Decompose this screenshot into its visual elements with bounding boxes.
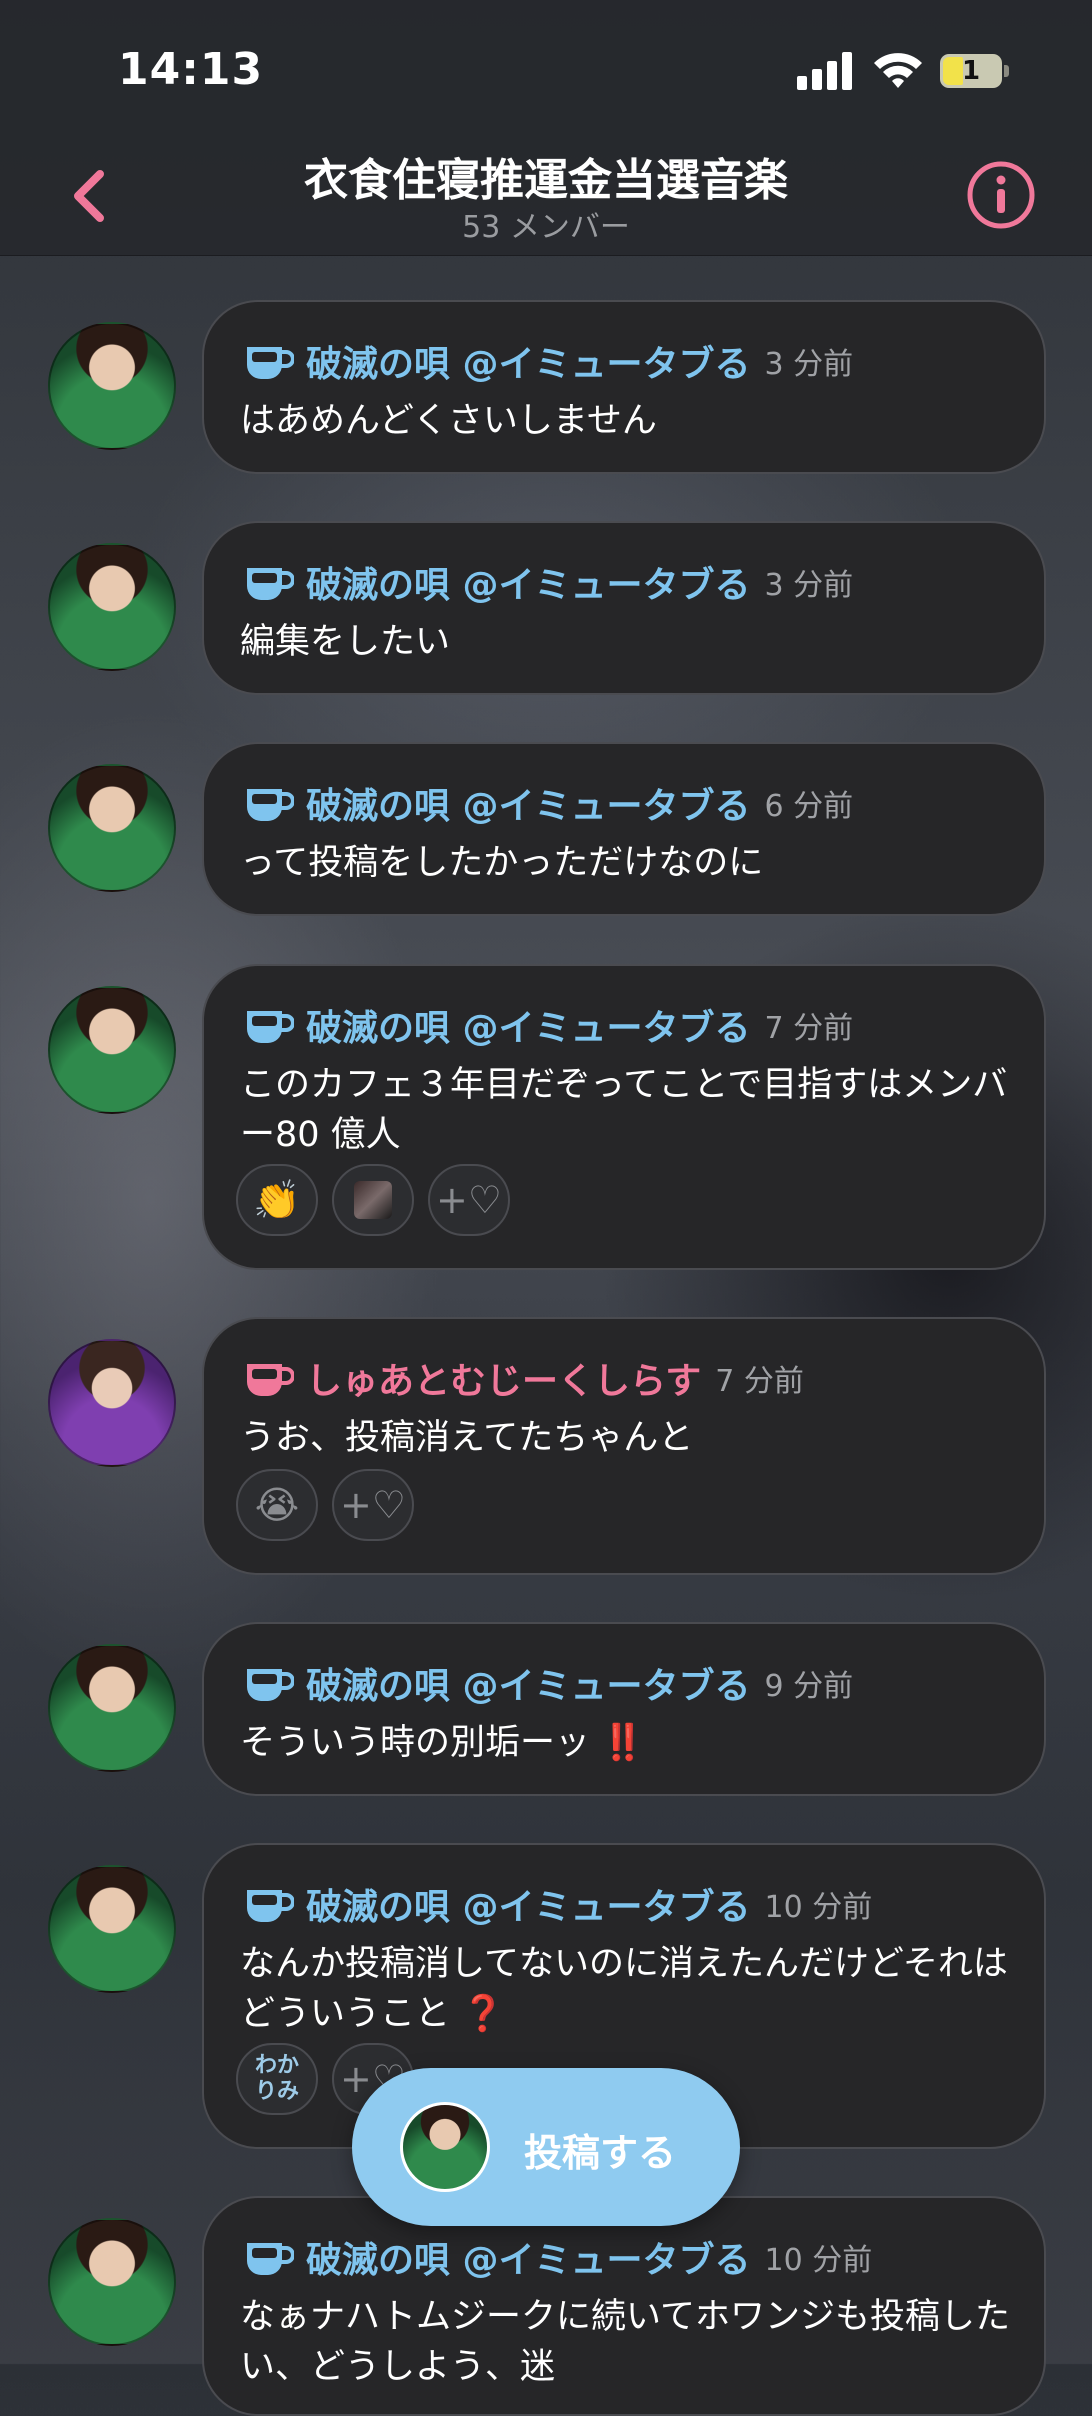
avatar[interactable] (48, 2218, 176, 2346)
sender-name[interactable]: 破滅の唄 @イミュータブる (306, 2231, 751, 2283)
cafe-cup-icon (247, 1364, 294, 1396)
sender-name[interactable]: しゅあとむじーくしらす (306, 1352, 701, 1404)
sender-name[interactable]: 破滅の唄 @イミュータブる (306, 335, 751, 387)
message-bubble[interactable]: 破滅の唄 @イミュータブる 3 分前 編集をしたい (202, 521, 1046, 695)
cafe-cup-icon (247, 568, 294, 600)
chat-title: 衣食住寝推運金当選音楽 (304, 155, 788, 206)
message-bubble[interactable]: 破滅の唄 @イミュータブる 6 分前 って投稿をしたかっただけなのに (202, 742, 1046, 916)
avatar[interactable] (48, 764, 176, 892)
cafe-cup-icon (247, 1669, 294, 1701)
message-bubble[interactable]: 破滅の唄 @イミュータブる 3 分前 はあめんどくさいしません (202, 300, 1046, 474)
wifi-icon (874, 53, 922, 88)
timestamp: 7 分前 (764, 1011, 854, 1046)
avatar (400, 2102, 490, 2192)
info-icon[interactable] (966, 160, 1036, 230)
avatar[interactable] (48, 1644, 176, 1772)
cellular-signal-icon (797, 52, 853, 90)
reaction-wakarimi[interactable]: わかりみ (236, 2043, 318, 2115)
question-mark-icon: ❓ (461, 1994, 505, 2034)
reaction-row: 😭 +♡ (236, 1469, 414, 1541)
message-text: なんか投稿消してないのに消えたんだけどそれはどういうこと ❓ (240, 1939, 1020, 2039)
cafe-cup-icon (247, 347, 294, 379)
post-button-label: 投稿する (524, 2131, 677, 2175)
status-time: 14:13 (118, 44, 264, 95)
sender-name[interactable]: 破滅の唄 @イミュータブる (306, 777, 751, 829)
message-text: うお、投稿消えてたちゃんと (240, 1418, 694, 1458)
sender-name[interactable]: 破滅の唄 @イミュータブる (306, 556, 751, 608)
add-reaction-button[interactable]: +♡ (428, 1164, 510, 1236)
avatar[interactable] (48, 986, 176, 1114)
avatar[interactable] (48, 1865, 176, 1993)
message-text-content: なんか投稿消してないのに消えたんだけどそれはどういうこと (240, 1944, 1008, 2034)
sender-name[interactable]: 破滅の唄 @イミュータブる (306, 1878, 751, 1930)
timestamp: 6 分前 (764, 789, 854, 824)
reaction-clap[interactable]: 👏 (236, 1164, 318, 1236)
cafe-cup-icon (247, 1890, 294, 1922)
avatar[interactable] (48, 543, 176, 671)
avatar[interactable] (48, 1339, 176, 1467)
message-bubble[interactable]: 破滅の唄 @イミュータブる 10 分前 なぁナハトムジークに続いてホワンジも投稿… (202, 2196, 1046, 2416)
cafe-cup-icon (247, 789, 294, 821)
message-bubble[interactable]: 破滅の唄 @イミュータブる 9 分前 そういう時の別垢ーッ ‼️ (202, 1622, 1046, 1796)
add-reaction-button[interactable]: +♡ (332, 1469, 414, 1541)
status-bar: 14:13 1 (0, 0, 1092, 130)
reaction-crying[interactable]: 😭 (236, 1469, 318, 1541)
reaction-text: わかりみ (255, 2053, 300, 2104)
message-text: はあめんどくさいしません (240, 401, 657, 441)
timestamp: 10 分前 (764, 2243, 873, 2278)
reaction-image-thumb (354, 1181, 392, 1219)
message-text: このカフェ３年目だぞってことで目指すはメンバー80 億人 (240, 1065, 1008, 1155)
battery-icon: 1 (940, 54, 1010, 88)
sender-name[interactable]: 破滅の唄 @イミュータブる (306, 1657, 751, 1709)
battery-level: 1 (961, 56, 981, 86)
message-bubble[interactable]: 破滅の唄 @イミュータブる 7 分前 このカフェ３年目だぞってことで目指すはメン… (202, 964, 1046, 1270)
cafe-cup-icon (247, 2243, 294, 2275)
timestamp: 9 分前 (764, 1669, 854, 1704)
member-count[interactable]: 53 メンバー (0, 202, 1092, 246)
sender-name[interactable]: 破滅の唄 @イミュータブる (306, 999, 751, 1051)
message-text: 編集をしたい (240, 622, 451, 662)
message-text: って投稿をしたかっただけなのに (240, 843, 764, 883)
timestamp: 10 分前 (764, 1890, 873, 1925)
reaction-row: 👏 +♡ (236, 1164, 510, 1236)
double-exclamation-icon: ‼️ (601, 1723, 645, 1763)
timestamp: 3 分前 (764, 568, 854, 603)
cafe-cup-icon (247, 1011, 294, 1043)
message-text: なぁナハトムジークに続いてホワンジも投稿したい、どうしよう、迷 (240, 2297, 1011, 2387)
message-bubble[interactable]: しゅあとむじーくしらす 7 分前 うお、投稿消えてたちゃんと 😭 +♡ (202, 1317, 1046, 1575)
chat-header: 衣食住寝推運金当選音楽 53 メンバー (0, 130, 1092, 256)
timestamp: 3 分前 (764, 347, 854, 382)
reaction-image[interactable] (332, 1164, 414, 1236)
message-text-content: そういう時の別垢ーッ (240, 1723, 591, 1763)
avatar[interactable] (48, 322, 176, 450)
post-button[interactable]: 投稿する (352, 2068, 740, 2226)
message-text: そういう時の別垢ーッ ‼️ (240, 1718, 1020, 1768)
timestamp: 7 分前 (715, 1364, 804, 1399)
